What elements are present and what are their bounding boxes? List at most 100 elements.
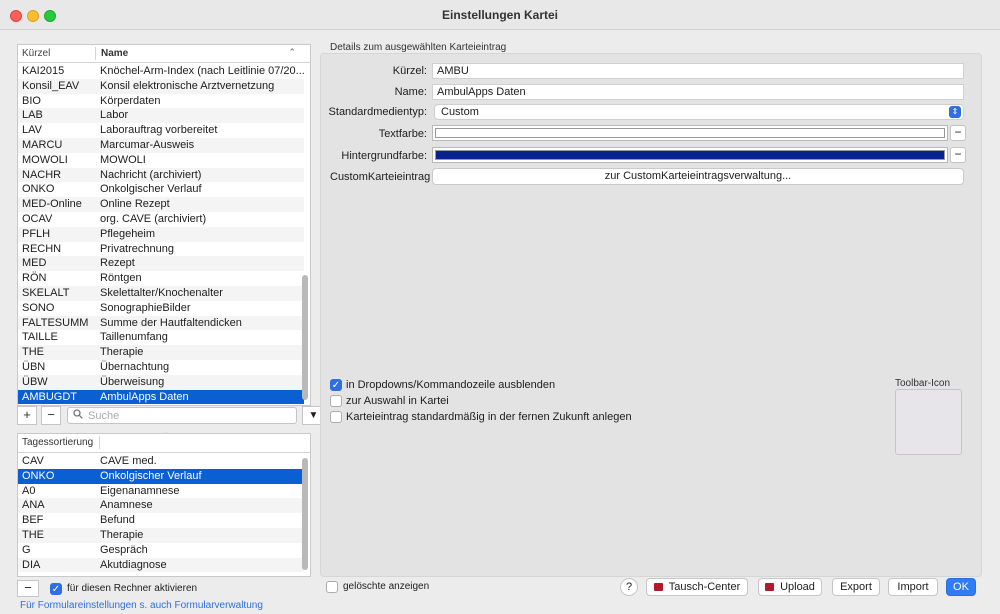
list-item[interactable]: PFLH Pflegeheim (18, 226, 304, 242)
medientyp-label: Standardmedientyp: (328, 106, 427, 118)
item-name: Überweisung (100, 375, 165, 388)
name-field[interactable]: AmbulApps Daten (432, 84, 964, 100)
medientyp-value: Custom (441, 106, 479, 118)
show-deleted-label: gelöschte anzeigen (343, 581, 430, 592)
day-sort-list[interactable]: Tagessortierung CAV CAVE med. ONKO Onkolgis… (17, 433, 311, 577)
list-item[interactable]: TAILLE Taillenumfang (18, 330, 304, 345)
item-kuerzel: RÖN (22, 272, 47, 285)
kuerzel-field[interactable]: AMBU (432, 63, 964, 79)
list-item[interactable]: ONKO Onkolgischer Verlauf (18, 182, 304, 197)
list-item[interactable]: G Gespräch (18, 543, 304, 558)
list-item[interactable]: ÜBW Überweisung (18, 374, 304, 390)
list-item[interactable]: CAV CAVE med. (18, 454, 304, 469)
list-item[interactable]: NACHR Nachricht (archiviert) (18, 167, 304, 183)
item-name: Labor (100, 109, 129, 122)
item-kuerzel: BEF (22, 514, 44, 527)
add-entry-button[interactable]: + (17, 406, 37, 425)
item-name: Pflegeheim (100, 227, 156, 240)
list-item[interactable]: A0 Eigenanamnese (18, 484, 304, 499)
custom-entry-management-button[interactable]: zur CustomKarteieintragsverwaltung... (432, 168, 964, 185)
list-item[interactable]: OCAV org. CAVE (archiviert) (18, 212, 304, 227)
show-deleted-checkbox[interactable] (326, 581, 338, 593)
tausch-center-button[interactable]: Tausch-Center (646, 578, 748, 596)
list-item[interactable]: ANA Anamnese (18, 498, 304, 514)
list-item[interactable]: LAV Laborauftrag vorbereitet (18, 123, 304, 138)
activate-checkbox[interactable]: ✓ (50, 583, 62, 595)
item-name: Knöchel-Arm-Index (nach Leitlinie 07/20.… (100, 65, 305, 77)
list-item[interactable]: ÜBN Übernachtung (18, 360, 304, 375)
item-kuerzel: ANA (22, 499, 45, 512)
entry-list[interactable]: Kürzel Name ⌃ KAI2015 Knöchel-Arm-Index (… (17, 44, 311, 406)
item-name: SonographieBilder (100, 301, 191, 314)
background-color-clear-button[interactable]: − (950, 147, 966, 163)
list-item[interactable]: DIA Akutdiagnose (18, 557, 304, 573)
import-button[interactable]: Import (888, 578, 938, 596)
list-item[interactable]: KAI2015 Knöchel-Arm-Index (nach Leitlinie… (18, 64, 305, 79)
day-sort-title[interactable]: Tagessortierung (22, 437, 93, 448)
item-name: Röntgen (100, 272, 142, 285)
list-item[interactable]: SONO SonographieBilder (18, 301, 304, 316)
list-item[interactable]: LAB Labor (18, 108, 304, 124)
toolbar-icon-well[interactable] (895, 389, 962, 455)
background-color-swatch (435, 150, 945, 160)
item-name: Onkolgischer Verlauf (100, 183, 202, 196)
textfarbe-label: Textfarbe: (378, 128, 427, 140)
item-name: Gespräch (100, 543, 148, 556)
list-item[interactable]: AMBUGDT AmbulApps Daten (18, 389, 304, 405)
background-color-well[interactable] (432, 147, 948, 163)
entry-list-scrollbar[interactable] (302, 275, 308, 400)
item-name: Anamnese (100, 499, 153, 512)
split-view-handle[interactable] (163, 428, 169, 435)
search-field[interactable]: Suche (67, 407, 297, 424)
item-kuerzel: AMBUGDT (22, 390, 77, 403)
ok-button[interactable]: OK (946, 578, 976, 596)
list-item[interactable]: RECHN Privatrechnung (18, 242, 304, 257)
item-name: Akutdiagnose (100, 558, 167, 571)
item-name: Privatrechnung (100, 242, 174, 255)
item-kuerzel: THE (22, 528, 44, 541)
item-kuerzel: RECHN (22, 242, 62, 255)
list-item[interactable]: MARCU Marcumar-Ausweis (18, 137, 304, 153)
text-color-well[interactable] (432, 125, 948, 141)
title-bar: Einstellungen Kartei (0, 0, 1000, 30)
upload-button[interactable]: Upload (758, 578, 822, 596)
item-kuerzel: ÜBW (22, 375, 48, 388)
help-button[interactable]: ? (620, 578, 638, 596)
item-name: Summe der Hautfaltendicken (100, 316, 242, 329)
selectable-in-kartei-checkbox[interactable] (330, 395, 342, 407)
list-item[interactable]: BEF Befund (18, 513, 304, 528)
item-name: Eigenanamnese (100, 484, 180, 497)
item-kuerzel: ONKO (22, 469, 55, 482)
list-item[interactable]: SKELALT Skelettalter/Knochenalter (18, 285, 304, 301)
column-header-kuerzel[interactable]: Kürzel (22, 48, 50, 59)
form-management-link[interactable]: Für Formulareinstellungen s. auch Formul… (20, 600, 263, 611)
remove-entry-button[interactable]: − (41, 406, 61, 425)
far-future-checkbox[interactable] (330, 411, 342, 423)
list-item[interactable]: THE Therapie (18, 345, 304, 360)
day-sort-rows: CAV CAVE med. ONKO Onkolgischer Verlauf A0 Ei… (18, 454, 304, 573)
item-name: Laborauftrag vorbereitet (100, 124, 218, 137)
column-header-name[interactable]: Name (101, 48, 128, 59)
day-sort-scrollbar[interactable] (302, 458, 308, 570)
list-item[interactable]: MED-Online Online Rezept (18, 197, 304, 212)
list-item[interactable]: Konsil_EAV Konsil elektronische Arztverne… (18, 78, 304, 94)
list-item[interactable]: ONKO Onkolgischer Verlauf (18, 468, 304, 484)
remove-day-sort-button[interactable]: − (17, 580, 39, 597)
hide-in-dropdowns-checkbox[interactable]: ✓ (330, 379, 342, 391)
text-color-clear-button[interactable]: − (950, 125, 966, 141)
list-item[interactable]: MOWOLI MOWOLI (18, 153, 304, 168)
item-kuerzel: MED (22, 257, 47, 270)
item-kuerzel: BIO (22, 94, 41, 107)
entry-rows: KAI2015 Knöchel-Arm-Index (nach Leitlinie… (18, 64, 305, 405)
list-item[interactable]: THE Therapie (18, 527, 304, 543)
item-kuerzel: MARCU (22, 138, 63, 151)
list-item[interactable]: MED Rezept (18, 256, 304, 272)
item-kuerzel: A0 (22, 484, 36, 497)
medientyp-select[interactable]: Custom ⇕ (434, 104, 964, 120)
list-item[interactable]: BIO Körperdaten (18, 94, 304, 109)
item-name: Onkolgischer Verlauf (100, 469, 202, 482)
export-button[interactable]: Export (832, 578, 880, 596)
list-item[interactable]: RÖN Röntgen (18, 271, 304, 286)
item-kuerzel: NACHR (22, 168, 62, 181)
list-item[interactable]: FALTESUMM Summe der Hautfaltendicken (18, 315, 304, 331)
